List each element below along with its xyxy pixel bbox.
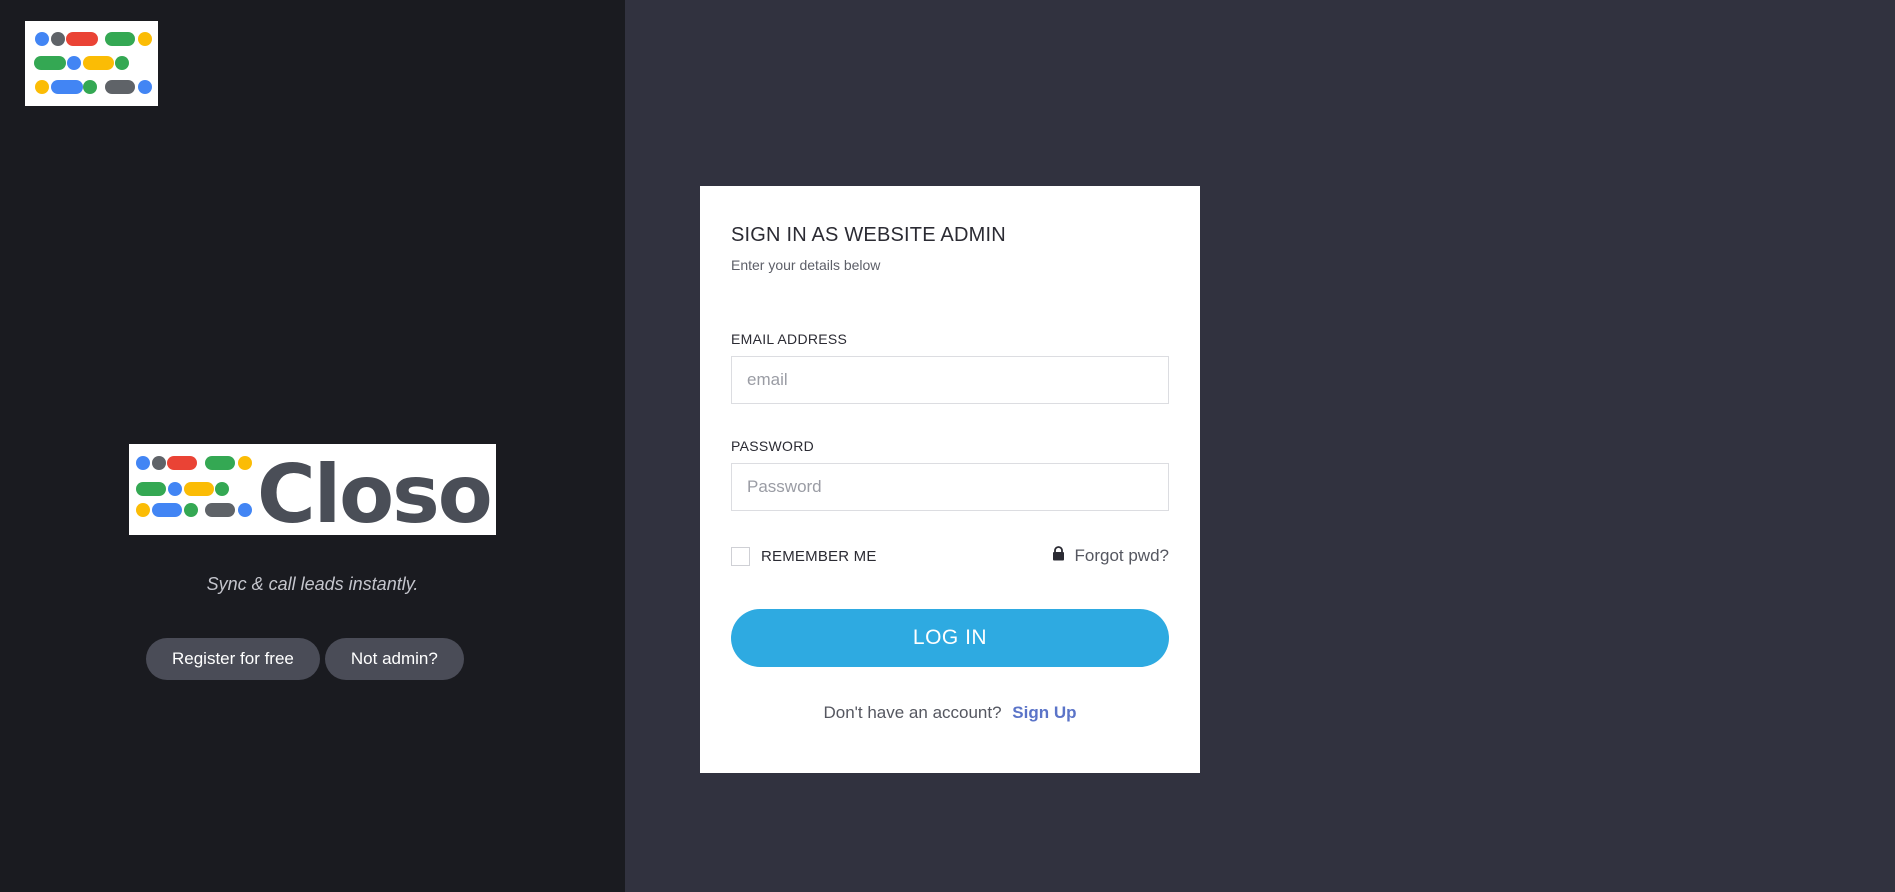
login-button[interactable]: LOG IN xyxy=(731,609,1169,667)
lock-icon xyxy=(1052,546,1065,566)
brand-logo: Closor xyxy=(129,444,496,535)
login-card: SIGN IN AS WEBSITE ADMIN Enter your deta… xyxy=(700,186,1200,773)
logo-mark-icon xyxy=(25,21,158,106)
forgot-password-label: Forgot pwd? xyxy=(1074,546,1170,565)
brand-actions: Register for free Not admin? xyxy=(146,638,464,680)
forgot-password-link[interactable]: Forgot pwd? xyxy=(1052,546,1170,566)
login-page: Closor Sync & call leads instantly. Regi… xyxy=(0,0,1895,892)
email-label: EMAIL ADDRESS xyxy=(731,331,848,347)
password-input[interactable] xyxy=(731,463,1169,511)
brand-panel: Closor Sync & call leads instantly. Regi… xyxy=(0,0,625,892)
register-button[interactable]: Register for free xyxy=(146,638,320,680)
signup-prompt: Don't have an account? xyxy=(823,703,1002,722)
email-input[interactable] xyxy=(731,356,1169,404)
tagline: Sync & call leads instantly. xyxy=(206,574,419,594)
password-label: PASSWORD xyxy=(731,438,815,454)
form-title: SIGN IN AS WEBSITE ADMIN xyxy=(731,224,1006,246)
remember-me-checkbox[interactable] xyxy=(731,546,750,566)
brand-name: Closor xyxy=(257,448,496,535)
form-options: REMEMBER ME Forgot pwd? xyxy=(731,545,1169,567)
form-subtitle: Enter your details below xyxy=(731,257,881,273)
logo-dots-icon xyxy=(136,456,252,517)
signup-row: Don't have an account? Sign Up xyxy=(731,703,1169,723)
remember-me-label: REMEMBER ME xyxy=(761,547,877,565)
not-admin-button[interactable]: Not admin? xyxy=(324,638,464,680)
signup-link[interactable]: Sign Up xyxy=(1012,703,1076,722)
remember-me[interactable]: REMEMBER ME xyxy=(731,546,877,566)
